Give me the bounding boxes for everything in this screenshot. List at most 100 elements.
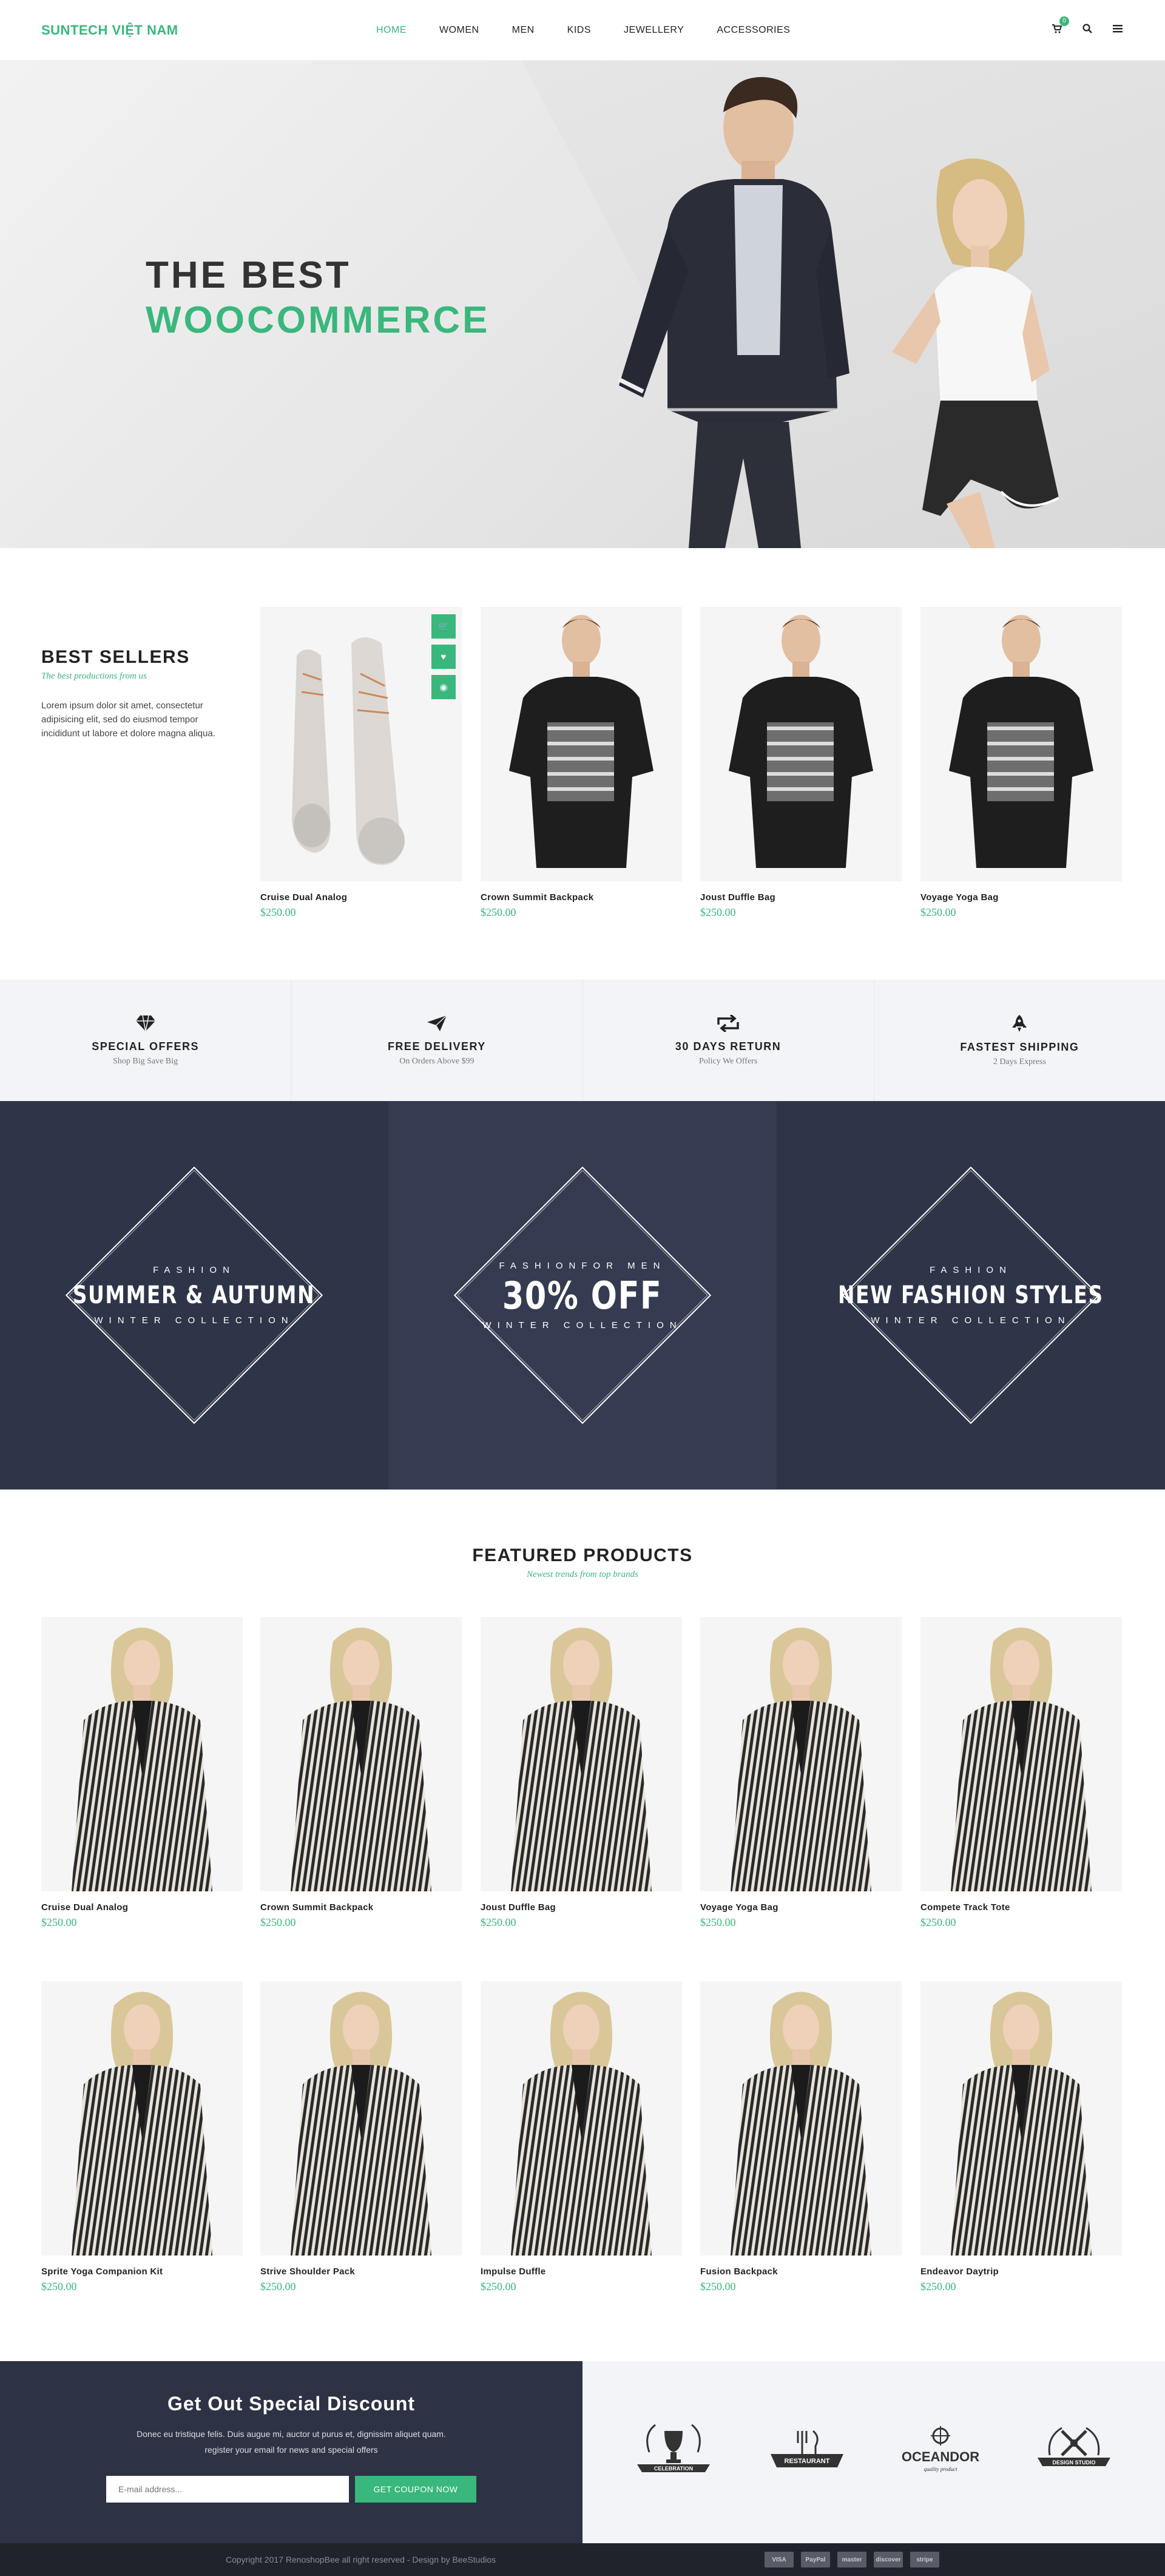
section-title: FEATURED PRODUCTS: [472, 1545, 693, 1565]
product-card[interactable]: Impulse Duffle $250.00: [481, 1981, 682, 2293]
header-icons: 0: [1052, 16, 1123, 36]
product-card[interactable]: Crown Summit Backpack $250.00: [481, 607, 682, 919]
product-card[interactable]: Strive Shoulder Pack $250.00: [260, 1981, 462, 2293]
nav-women[interactable]: WOMEN: [439, 25, 479, 36]
site-logo[interactable]: SUNTECH VIỆT NAM: [41, 22, 178, 38]
product-card[interactable]: Sprite Yoga Companion Kit $250.00: [41, 1981, 243, 2293]
product-card[interactable]: Endeavor Daytrip $250.00: [920, 1981, 1122, 2293]
discount-title: Get Out Special Discount: [167, 2393, 416, 2415]
product-card[interactable]: Voyage Yoga Bag $250.00: [700, 1617, 902, 1929]
site-header: SUNTECH VIỆT NAM HOME WOMEN MEN KIDS JEW…: [0, 0, 1165, 61]
product-image-jacket[interactable]: [260, 1981, 462, 2256]
product-card[interactable]: Voyage Yoga Bag $250.00: [920, 607, 1122, 919]
product-name[interactable]: Joust Duffle Bag: [700, 892, 902, 903]
banner-text: FASHION SUMMER & AUTUMN WINTER COLLECTIO…: [46, 1265, 342, 1326]
banner-headline: SUMMER & AUTUMN: [73, 1281, 316, 1309]
banner-kicker: FASHION: [930, 1265, 1012, 1275]
product-name[interactable]: Fusion Backpack: [700, 2266, 902, 2277]
product-name[interactable]: Compete Track Tote: [920, 1902, 1122, 1913]
footer-bar: Copyright 2017 RenoshopBee all right res…: [0, 2543, 1165, 2576]
product-price: $250.00: [700, 906, 736, 918]
product-image-jacket[interactable]: [700, 1617, 902, 1891]
discount-text: Donec eu tristique felis. Duis augue mi,…: [0, 2426, 582, 2458]
coupon-form: GET COUPON NOW: [0, 2476, 582, 2503]
product-name[interactable]: Endeavor Daytrip: [920, 2266, 1122, 2277]
product-price: $250.00: [920, 1916, 956, 1928]
product-image-jacket[interactable]: [41, 1981, 243, 2256]
product-image-tshirt[interactable]: [481, 607, 682, 881]
brand-logo-restaurant[interactable]: RESTAURANT: [765, 2419, 849, 2486]
product-card[interactable]: 🛒 ♥ ◉ Cruise Dual Analog $250.00: [260, 607, 462, 919]
product-name[interactable]: Voyage Yoga Bag: [920, 892, 1122, 903]
product-card[interactable]: Fusion Backpack $250.00: [700, 1981, 902, 2293]
product-card[interactable]: Joust Duffle Bag $250.00: [700, 607, 902, 919]
hero-model-man: [618, 76, 849, 548]
product-image-tshirt[interactable]: [920, 607, 1122, 881]
brand-logo-celebration[interactable]: CELEBRATION: [631, 2419, 716, 2486]
product-image-shoe[interactable]: 🛒 ♥ ◉: [260, 607, 462, 881]
product-name[interactable]: Cruise Dual Analog: [41, 1902, 243, 1913]
product-image-jacket[interactable]: [700, 1981, 902, 2256]
return-icon: [717, 1014, 739, 1032]
promo-banner-new-styles[interactable]: FASHION NEW FASHION STYLES WINTER COLLEC…: [777, 1101, 1165, 1490]
nav-accessories[interactable]: ACCESSORIES: [717, 25, 790, 36]
quick-view-eye-icon[interactable]: ◉: [431, 675, 456, 699]
mastercard-icon: master: [837, 2552, 866, 2568]
diamond-icon: [135, 1015, 155, 1031]
product-card[interactable]: Cruise Dual Analog $250.00: [41, 1617, 243, 1929]
product-price: $250.00: [41, 1916, 77, 1928]
product-name[interactable]: Cruise Dual Analog: [260, 892, 462, 903]
cart-count-badge: 0: [1059, 16, 1069, 26]
feature-subtitle: On Orders Above $99: [399, 1056, 474, 1066]
nav-jewellery[interactable]: JEWELLERY: [624, 25, 684, 36]
features-bar: SPECIAL OFFERS Shop Big Save Big FREE DE…: [0, 980, 1165, 1101]
feature-title: FREE DELIVERY: [387, 1040, 486, 1052]
product-image-jacket[interactable]: [481, 1981, 682, 2256]
nav-men[interactable]: MEN: [512, 25, 535, 36]
wishlist-heart-icon[interactable]: ♥: [431, 645, 456, 669]
brand-logo-oceandor[interactable]: OCEANDOR quality product: [898, 2419, 983, 2486]
product-name[interactable]: Strive Shoulder Pack: [260, 2266, 462, 2277]
brand-logo-text: RESTAURANT: [785, 2458, 830, 2465]
featured-products-section: FEATURED PRODUCTS Newest trends from top…: [0, 1490, 1165, 2361]
paypal-icon: PayPal: [801, 2552, 830, 2568]
product-name[interactable]: Impulse Duffle: [481, 2266, 682, 2277]
product-name[interactable]: Voyage Yoga Bag: [700, 1902, 902, 1913]
feature-title: 30 DAYS RETURN: [675, 1040, 782, 1052]
brand-logo-design-studio[interactable]: DESIGN STUDIO: [1032, 2419, 1116, 2486]
promo-banners: FASHION SUMMER & AUTUMN WINTER COLLECTIO…: [0, 1101, 1165, 1490]
product-card[interactable]: Crown Summit Backpack $250.00: [260, 1617, 462, 1929]
product-name[interactable]: Crown Summit Backpack: [481, 892, 682, 903]
featured-heading: FEATURED PRODUCTS Newest trends from top…: [0, 1545, 1165, 1580]
product-card[interactable]: Joust Duffle Bag $250.00: [481, 1617, 682, 1929]
nav-kids[interactable]: KIDS: [567, 25, 591, 36]
product-image-tshirt[interactable]: [700, 607, 902, 881]
get-coupon-button[interactable]: GET COUPON NOW: [355, 2476, 476, 2503]
feature-subtitle: 2 Days Express: [993, 1057, 1046, 1066]
product-image-jacket[interactable]: [260, 1617, 462, 1891]
add-to-cart-icon[interactable]: 🛒: [431, 614, 456, 639]
discount-text-line2: register your email for news and special…: [204, 2445, 378, 2455]
visa-icon: VISA: [765, 2552, 794, 2568]
product-image-jacket[interactable]: [481, 1617, 682, 1891]
menu-icon[interactable]: [1113, 24, 1123, 36]
newsletter-brands-band: Get Out Special Discount Donec eu tristi…: [0, 2361, 1165, 2543]
product-name[interactable]: Sprite Yoga Companion Kit: [41, 2266, 243, 2277]
cart-icon[interactable]: 0: [1052, 16, 1069, 36]
promo-banner-30-off[interactable]: FASHIONFOR MEN 30% OFF WINTER COLLECTION: [388, 1101, 777, 1490]
product-image-jacket[interactable]: [41, 1617, 243, 1891]
nav-home[interactable]: HOME: [376, 25, 407, 36]
search-icon[interactable]: [1082, 24, 1092, 36]
banner-collection: WINTER COLLECTION: [482, 1320, 683, 1330]
product-image-jacket[interactable]: [920, 1981, 1122, 2256]
email-input[interactable]: [106, 2476, 349, 2503]
product-price: $250.00: [481, 906, 516, 918]
promo-banner-summer[interactable]: FASHION SUMMER & AUTUMN WINTER COLLECTIO…: [0, 1101, 388, 1490]
product-name[interactable]: Crown Summit Backpack: [260, 1902, 462, 1913]
product-card[interactable]: Compete Track Tote $250.00: [920, 1617, 1122, 1929]
product-name[interactable]: Joust Duffle Bag: [481, 1902, 682, 1913]
paper-plane-icon: [427, 1014, 447, 1031]
product-image-jacket[interactable]: [920, 1617, 1122, 1891]
section-subtitle: Newest trends from top brands: [527, 1570, 638, 1579]
product-price: $250.00: [920, 2280, 956, 2293]
